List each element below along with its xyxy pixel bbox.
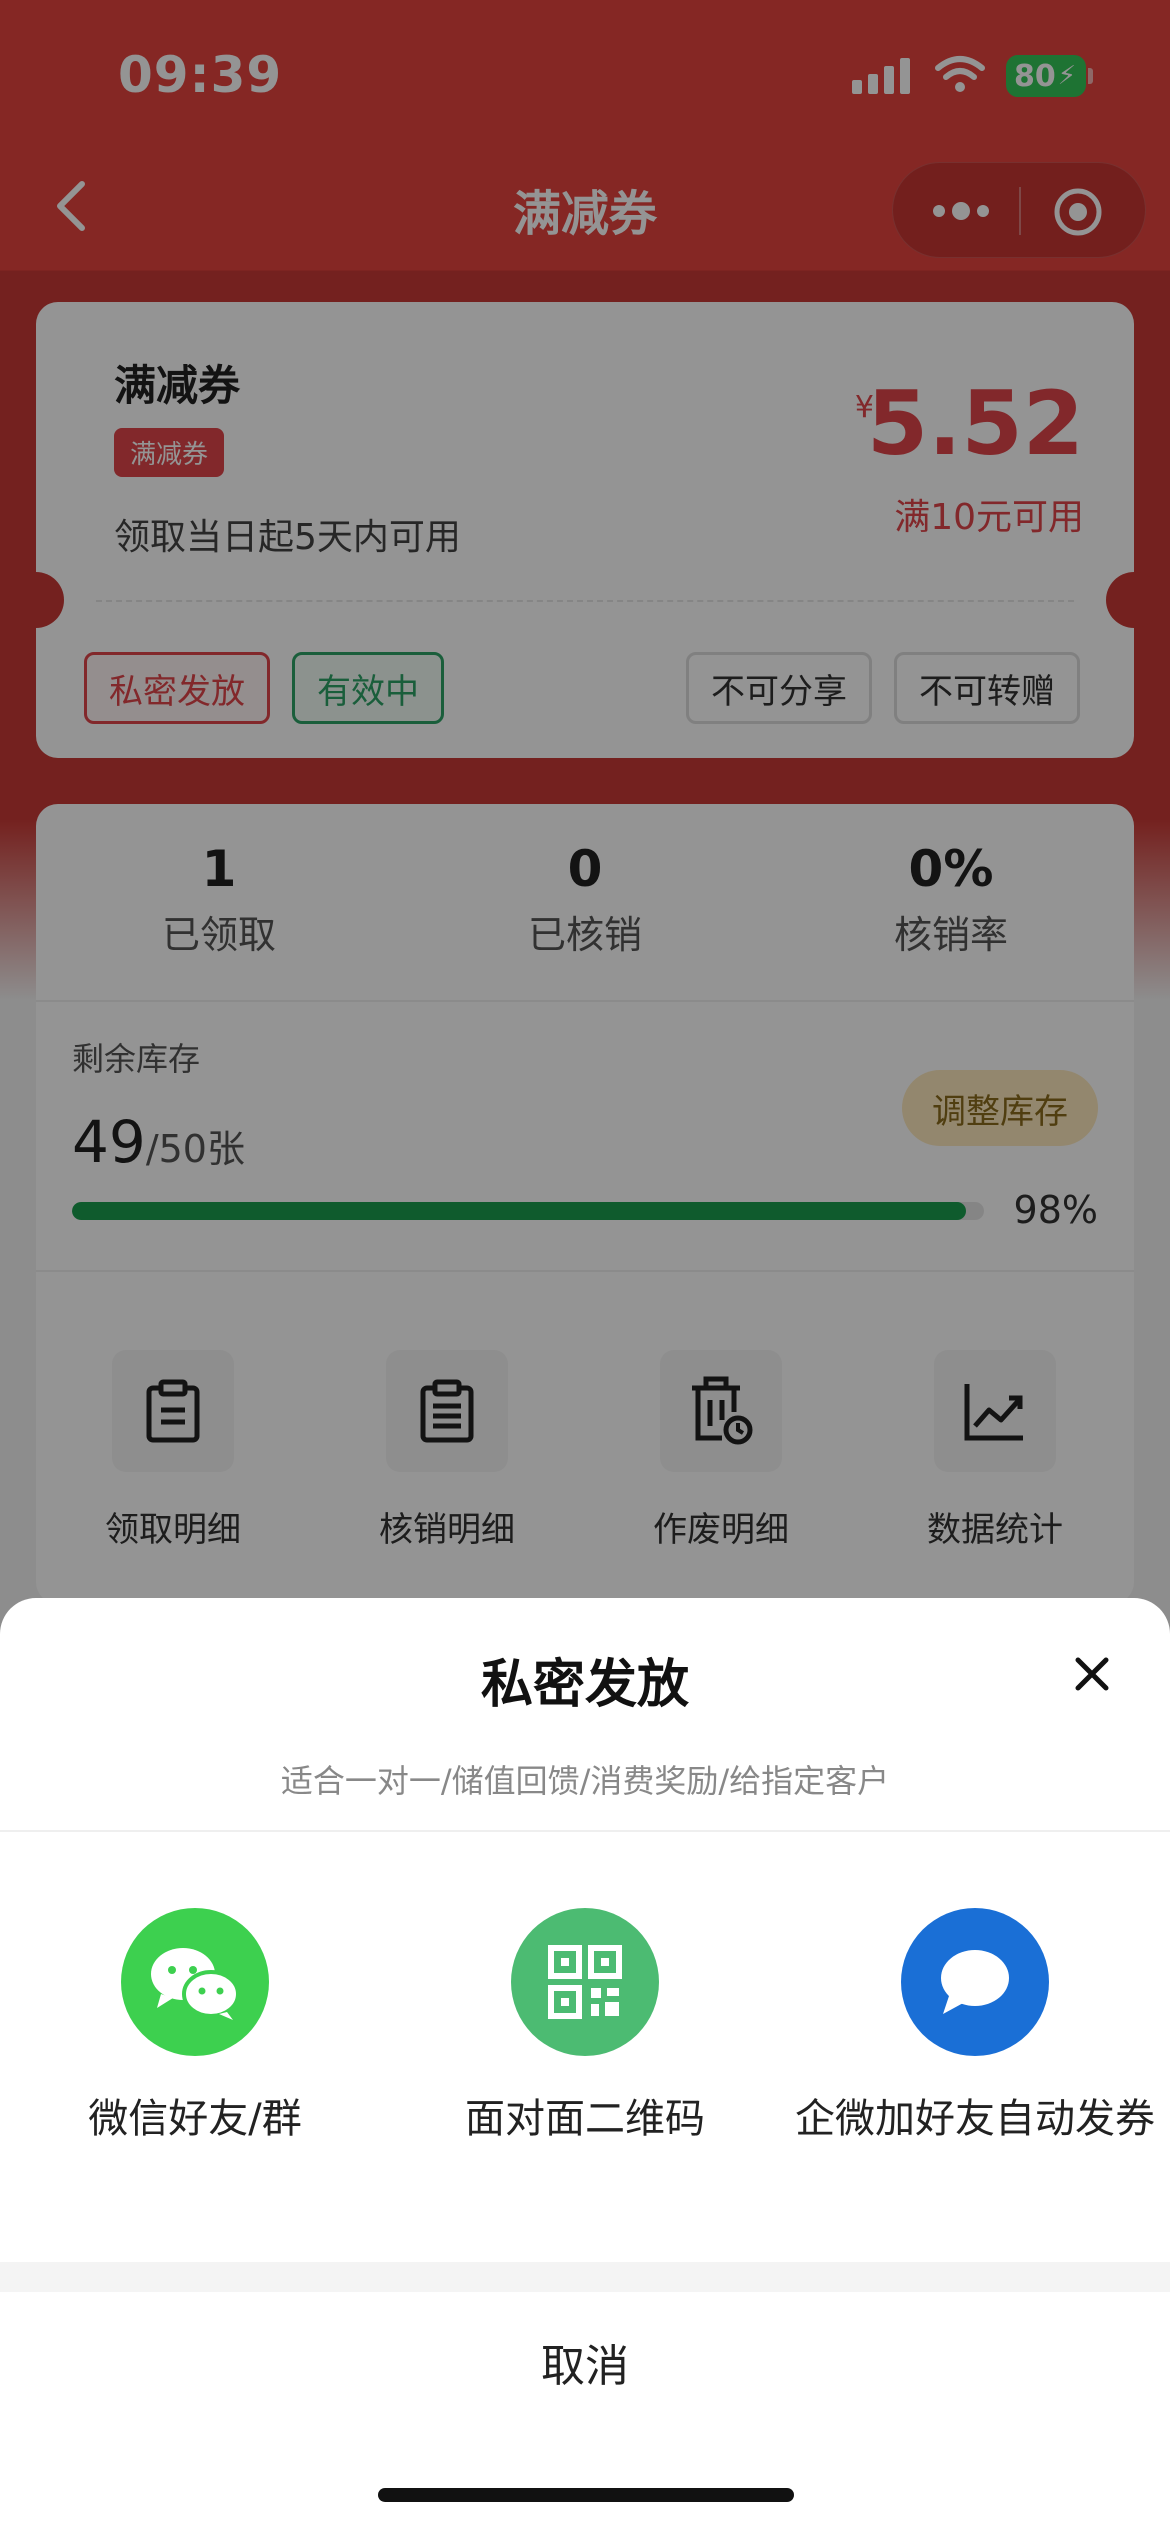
option-wecom-auto-issue[interactable]: 企微加好友自动发券	[780, 1908, 1170, 2144]
private-issue-sheet: 私密发放 适合一对一/储值回馈/消费奖励/给指定客户 微信好友/群 面对面二维码…	[0, 1598, 1170, 2532]
divider	[0, 1830, 1170, 1832]
cancel-button[interactable]: 取消	[0, 2292, 1170, 2432]
sheet-subtitle: 适合一对一/储值回馈/消费奖励/给指定客户	[280, 1762, 890, 1800]
option-label: 微信好友/群	[88, 2096, 302, 2142]
chat-bubble-icon	[901, 1908, 1049, 2056]
sheet-title: 私密发放	[480, 1655, 689, 1715]
sheet-gap	[0, 2262, 1170, 2292]
close-icon[interactable]	[1070, 1652, 1114, 1696]
option-wechat-friends[interactable]: 微信好友/群	[0, 1908, 390, 2144]
option-label: 企微加好友自动发券	[795, 2096, 1155, 2142]
option-label: 面对面二维码	[465, 2096, 705, 2142]
qr-code-icon	[511, 1908, 659, 2056]
wechat-icon	[121, 1908, 269, 2056]
home-indicator	[378, 2488, 794, 2502]
option-face-to-face-qr[interactable]: 面对面二维码	[390, 1908, 780, 2144]
